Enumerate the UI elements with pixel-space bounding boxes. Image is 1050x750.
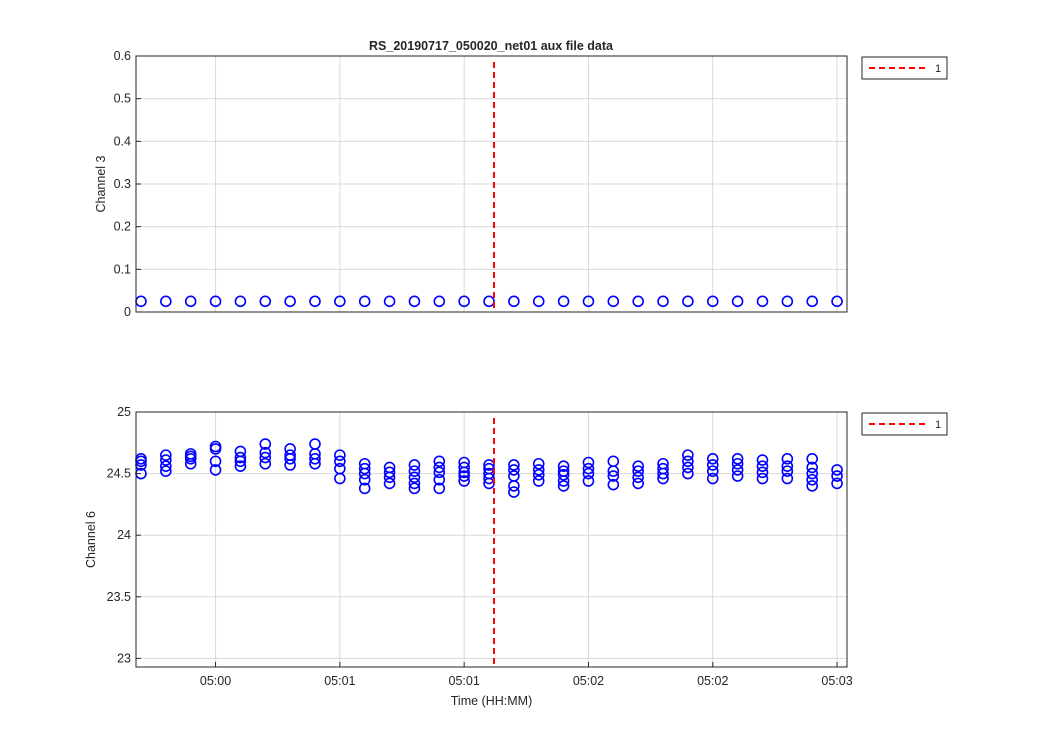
top-y-tick-label: 0 [124,305,131,319]
top-data-point [607,295,620,308]
bottom-data-point [408,459,421,471]
top-data-point [657,295,669,308]
bottom-legend: 1 [861,412,948,436]
bottom-data-point [309,438,321,450]
top-axes: 0 0.1 0.2 0.3 0.4 0.5 0.6 Channel 3 1 [94,49,948,319]
top-data-point [383,295,396,308]
bottom-data-point [682,449,694,461]
bottom-axes-frame [135,411,848,668]
bottom-legend-label: 1 [935,419,941,431]
top-data-point [259,295,272,308]
bottom-x-tick-label: 05:00 [200,674,231,688]
bottom-data-point [433,455,446,468]
top-data-point [184,295,197,308]
bottom-y-axis-label: Channel 6 [84,511,98,568]
top-data-point [632,295,644,308]
bottom-data-point [607,455,620,468]
bottom-x-ticks: 05:00 05:01 05:01 05:02 05:02 05:03 [200,662,853,688]
top-data-point [433,295,446,308]
figure-title: RS_20190717_050020_net01 aux file data [369,39,614,53]
bottom-x-tick-label: 05:01 [324,674,355,688]
top-data-point [781,295,794,308]
top-data-point [284,295,296,308]
top-y-ticks: 0 0.1 0.2 0.3 0.4 0.5 0.6 [114,49,141,319]
bottom-x-tick-label: 05:02 [697,674,728,688]
top-data-point [309,295,321,308]
top-data-point [806,295,818,308]
figure: RS_20190717_050020_net01 aux file data 0… [84,39,948,708]
bottom-x-tick-label: 05:03 [821,674,852,688]
top-data-point [731,295,744,308]
top-data-point [135,295,147,308]
top-y-tick-label: 0.3 [114,177,131,191]
top-data-point [756,295,769,308]
bottom-y-tick-label: 25 [117,405,131,419]
bottom-x-tick-label: 05:01 [449,674,480,688]
top-y-tick-label: 0.2 [114,220,131,234]
top-y-tick-label: 0.5 [114,92,131,106]
bottom-data-point [234,445,247,458]
top-data-point [234,295,247,308]
top-data-point [408,295,421,308]
bottom-x-axis-label: Time (HH:MM) [451,694,532,708]
bottom-data-point [756,454,769,466]
bottom-x-tick-label: 05:02 [573,674,604,688]
top-data-point [557,295,570,308]
bottom-y-tick-label: 23.5 [107,590,131,604]
top-y-tick-label: 0.1 [114,262,131,276]
bottom-y-tick-label: 24 [117,528,131,542]
top-legend-label: 1 [935,63,941,75]
top-scatter-series [135,295,843,308]
top-y-tick-label: 0.6 [114,49,131,63]
top-data-point [682,295,694,308]
top-data-point [483,295,495,308]
top-y-axis-label: Channel 3 [94,155,108,212]
bottom-grid [136,411,847,667]
bottom-data-point [284,443,296,455]
bottom-data-point [532,457,545,470]
bottom-scatter-series [135,438,843,498]
top-data-point [532,295,545,308]
top-grid [136,55,847,313]
bottom-y-tick-label: 23 [117,651,131,665]
top-data-point [508,295,520,308]
bottom-axes: 23 23.5 24 24.5 25 05:00 05:01 05:01 05:02 05:02… [84,405,948,708]
top-data-point [160,295,172,308]
bottom-y-tick-label: 24.5 [107,467,131,481]
top-y-tick-label: 0.4 [114,134,131,148]
top-legend: 1 [861,56,948,80]
bottom-data-point [508,480,520,492]
top-data-point [358,295,371,308]
bottom-data-point [781,453,794,465]
